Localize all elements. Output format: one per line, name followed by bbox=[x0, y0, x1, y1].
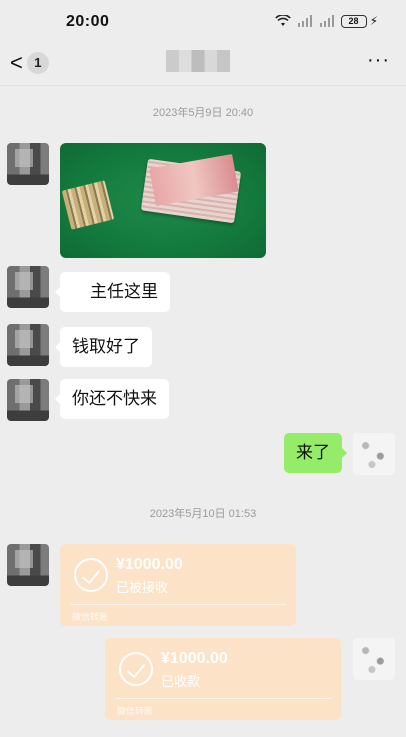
more-options-button[interactable]: ··· bbox=[367, 50, 390, 70]
transfer-amount: ¥1000.00 bbox=[161, 650, 228, 667]
avatar-self[interactable] bbox=[353, 433, 395, 475]
transfer-card[interactable]: ¥1000.00 已被接收 微信转账 bbox=[60, 544, 296, 626]
message-bubble[interactable]: 钱取好了 bbox=[55, 327, 152, 367]
nav-bar: < 1 ··· bbox=[0, 42, 406, 86]
charging-icon: ⚡ bbox=[369, 14, 378, 28]
transfer-footer: 微信转账 bbox=[117, 706, 154, 716]
avatar-self[interactable] bbox=[353, 638, 395, 680]
battery-icon: 28 bbox=[340, 14, 367, 28]
divider bbox=[70, 604, 286, 605]
check-circle-icon bbox=[74, 558, 108, 592]
back-button[interactable]: < 1 bbox=[10, 51, 49, 75]
unread-badge: 1 bbox=[26, 52, 49, 74]
message-bubble[interactable]: 主任这里 bbox=[55, 272, 170, 312]
status-bar: 20:00 28 ⚡ bbox=[0, 0, 406, 42]
message-bubble-self[interactable]: 来了 bbox=[284, 433, 347, 473]
avatar[interactable] bbox=[7, 544, 49, 586]
avatar[interactable] bbox=[7, 379, 49, 421]
message-bubble[interactable]: 你还不快来 bbox=[55, 379, 169, 419]
timestamp: 2023年5月10日 01:53 bbox=[149, 508, 257, 520]
avatar[interactable] bbox=[7, 266, 49, 308]
signal-icon-2 bbox=[319, 15, 334, 27]
timestamp: 2023年5月9日 20:40 bbox=[152, 107, 254, 119]
status-icons: 28 ⚡ bbox=[274, 14, 378, 28]
transfer-status: 已收款 bbox=[161, 674, 201, 689]
divider bbox=[115, 698, 331, 699]
signal-icon bbox=[297, 15, 312, 27]
transfer-status: 已被接收 bbox=[116, 580, 169, 595]
status-time: 20:00 bbox=[66, 13, 110, 30]
transfer-footer: 微信转账 bbox=[72, 612, 109, 622]
chat-title-blurred bbox=[166, 50, 230, 72]
transfer-card-self[interactable]: ¥1000.00 已收款 微信转账 bbox=[105, 638, 341, 720]
chevron-left-icon: < bbox=[10, 50, 23, 75]
avatar[interactable] bbox=[7, 324, 49, 366]
check-circle-icon bbox=[119, 652, 153, 686]
photo-content bbox=[61, 180, 115, 230]
wifi-icon bbox=[274, 15, 291, 26]
transfer-amount: ¥1000.00 bbox=[116, 556, 183, 573]
image-message[interactable] bbox=[60, 143, 266, 258]
avatar[interactable] bbox=[7, 143, 49, 185]
